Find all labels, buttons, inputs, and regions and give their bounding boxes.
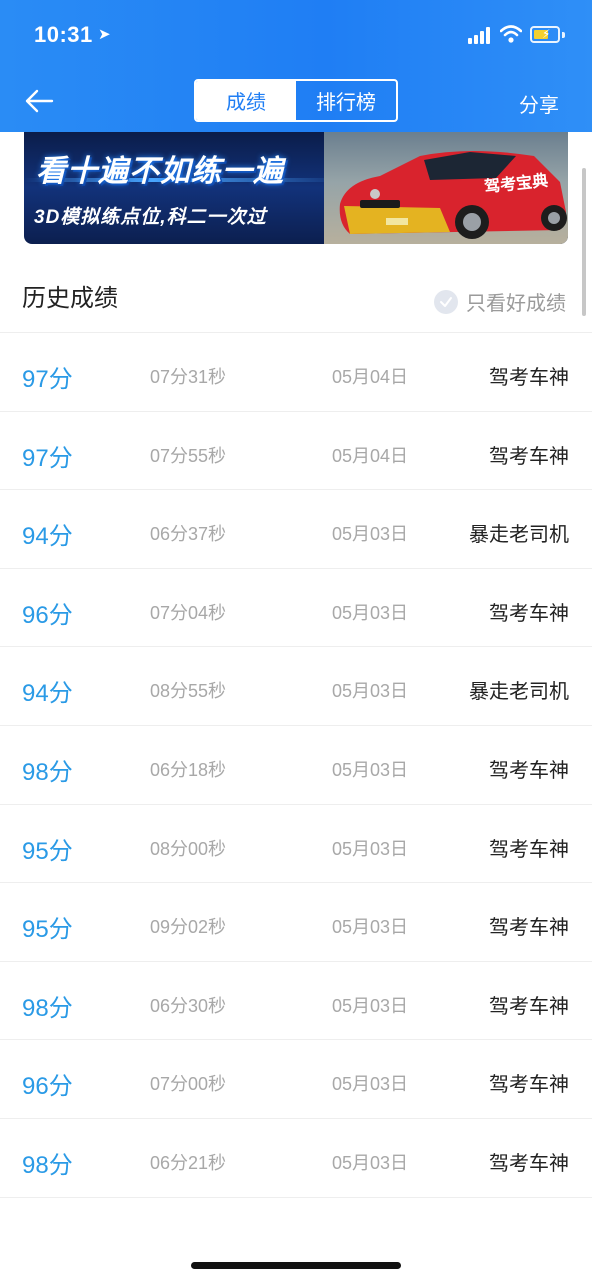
score-value: 95分: [22, 837, 73, 865]
score-value: 94分: [22, 680, 73, 708]
duration-value: 07分31秒: [149, 367, 227, 387]
date-value: 05月03日: [331, 759, 409, 780]
list-item[interactable]: 95分 08分00秒 05月03日 驾考车神: [0, 805, 592, 884]
rank-title: 暴走老司机: [469, 524, 569, 547]
list-item[interactable]: 94分 06分37秒 05月03日 暴走老司机: [0, 490, 592, 569]
rank-title: 驾考车神: [489, 917, 569, 940]
rank-title: 驾考车神: [489, 1074, 569, 1097]
list-item[interactable]: 97分07分19秒05月03日驾考车神: [0, 1198, 592, 1230]
duration-value: 07分04秒: [149, 602, 227, 623]
rank-title: 驾考车神: [489, 445, 569, 468]
date-value: 05月04日: [331, 445, 409, 466]
list-item[interactable]: 97分 07分55秒 05月04日 驾考车神: [0, 412, 592, 491]
list-item[interactable]: 98分 06分21秒 05月03日 驾考车神: [0, 1119, 592, 1198]
duration-value: 06分30秒: [149, 995, 227, 1016]
date-value: 05月03日: [331, 602, 409, 623]
good-scores-filter[interactable]: 只看好成绩: [434, 287, 566, 316]
score-value: 97分: [22, 444, 73, 472]
location-arrow-icon: ➤: [98, 26, 111, 43]
bottom-safe-area: [0, 1230, 592, 1280]
score-value: 98分: [22, 758, 73, 786]
rank-title: 驾考车神: [489, 367, 569, 389]
duration-value: 09分02秒: [149, 917, 227, 938]
date-value: 05月03日: [331, 1152, 409, 1173]
cellular-signal-icon: [468, 27, 492, 44]
date-value: 05月03日: [331, 995, 409, 1016]
home-indicator[interactable]: [191, 1262, 401, 1269]
score-value: 98分: [22, 994, 73, 1022]
rank-title: 驾考车神: [489, 602, 569, 625]
date-value: 05月03日: [331, 524, 409, 545]
app-header: 10:31 ➤ ⚡ 成绩 排行榜 分享: [0, 0, 592, 132]
list-item[interactable]: 96分 07分00秒 05月03日 驾考车神: [0, 1040, 592, 1119]
tab-scores[interactable]: 成绩: [196, 81, 296, 120]
back-arrow-icon[interactable]: [22, 84, 56, 118]
banner-subtitle: 3D模拟练点位,科二一次过: [34, 207, 267, 228]
rank-title: 驾考车神: [489, 995, 569, 1018]
section-title: 历史成绩: [22, 285, 118, 312]
score-history-list[interactable]: 97分 07分31秒 05月04日 驾考车神 97分 07分55秒 05月04日 驾考车神 94…: [0, 333, 592, 1230]
date-value: 05月04日: [331, 367, 409, 387]
tab-leaderboard[interactable]: 排行榜: [296, 81, 396, 120]
duration-value: 06分37秒: [149, 524, 227, 545]
share-button[interactable]: 分享: [519, 89, 559, 118]
list-item[interactable]: 97分 07分31秒 05月04日 驾考车神: [0, 333, 592, 412]
duration-value: 07分00秒: [149, 1074, 227, 1095]
status-time: 10:31: [34, 22, 93, 47]
duration-value: 06分18秒: [149, 759, 227, 780]
battery-charging-icon: ⚡: [530, 26, 560, 43]
rank-title: 驾考车神: [489, 1152, 569, 1175]
status-bar: 10:31 ➤ ⚡: [0, 0, 592, 70]
battery-cap: [562, 32, 565, 38]
rank-title: 驾考车神: [489, 759, 569, 782]
list-item[interactable]: 98分 06分30秒 05月03日 驾考车神: [0, 962, 592, 1041]
list-item[interactable]: 96分 07分04秒 05月03日 驾考车神: [0, 569, 592, 648]
tab-switcher: 成绩 排行榜: [194, 79, 398, 122]
score-value: 96分: [22, 601, 73, 629]
rank-title: 暴走老司机: [469, 681, 569, 704]
rank-title: 驾考车神: [489, 838, 569, 861]
duration-value: 07分55秒: [149, 445, 227, 466]
section-header: 历史成绩 只看好成绩: [0, 258, 592, 333]
score-value: 95分: [22, 916, 73, 944]
wifi-icon: [500, 25, 522, 43]
list-item[interactable]: 98分 06分18秒 05月03日 驾考车神: [0, 726, 592, 805]
score-value: 97分: [22, 366, 73, 393]
score-value: 98分: [22, 1151, 73, 1179]
score-value: 94分: [22, 523, 73, 551]
duration-value: 08分00秒: [149, 838, 227, 859]
banner-title: 看十遍不如练一遍: [36, 155, 284, 188]
list-item[interactable]: 94分 08分55秒 05月03日 暴走老司机: [0, 647, 592, 726]
date-value: 05月03日: [331, 681, 409, 702]
filter-label: 只看好成绩: [466, 293, 566, 315]
date-value: 05月03日: [331, 1074, 409, 1095]
check-circle-icon[interactable]: [434, 289, 458, 314]
date-value: 05月03日: [331, 917, 409, 938]
date-value: 05月03日: [331, 838, 409, 859]
score-value: 96分: [22, 1073, 73, 1101]
duration-value: 08分55秒: [149, 681, 227, 702]
list-item[interactable]: 95分 09分02秒 05月03日 驾考车神: [0, 883, 592, 962]
duration-value: 06分21秒: [149, 1152, 227, 1173]
